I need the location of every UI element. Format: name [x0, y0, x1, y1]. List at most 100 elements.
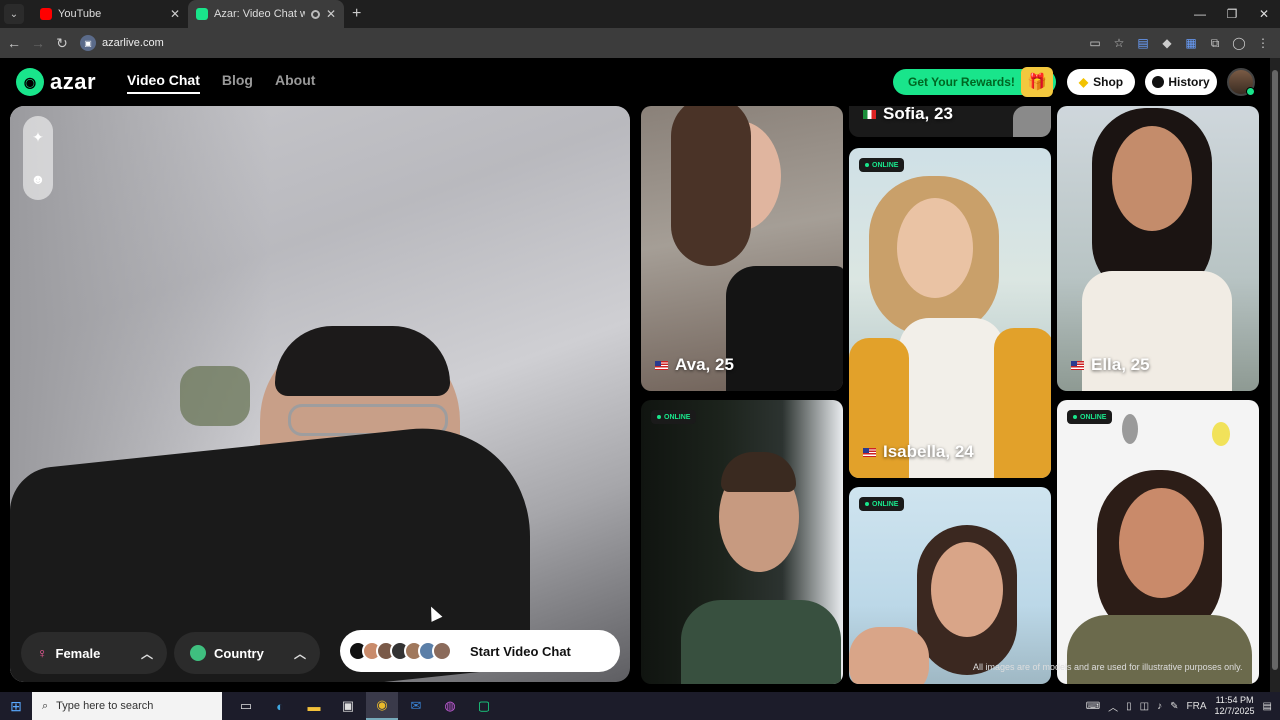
tab-title: YouTube	[58, 8, 102, 20]
profile-tile-ella[interactable]: Ella, 25	[1057, 106, 1259, 391]
extension-icon[interactable]: ▦	[1182, 34, 1200, 52]
app-icon[interactable]: ◍	[434, 692, 466, 720]
extensions-puzzle-icon[interactable]: ⧉	[1206, 34, 1224, 52]
chevron-up-icon: ︿	[140, 646, 153, 661]
avatar	[432, 641, 452, 661]
profile-face	[931, 542, 1003, 637]
close-window-icon[interactable]: ✕	[1248, 0, 1280, 28]
edge-icon[interactable]: ◐	[264, 692, 296, 720]
clock[interactable]: 11:54 PM 12/7/2025	[1215, 695, 1255, 717]
azar-icon	[196, 8, 208, 20]
outlook-icon[interactable]: ✉	[400, 692, 432, 720]
sticker-icon[interactable]: ☻	[31, 171, 46, 187]
restore-icon[interactable]: ❐	[1216, 0, 1248, 28]
site-info-icon[interactable]: ▣	[80, 35, 96, 51]
extension-icon[interactable]: ◆	[1158, 34, 1176, 52]
new-tab-icon[interactable]: +	[352, 5, 361, 23]
shop-button[interactable]: ◆ Shop	[1067, 69, 1135, 95]
country-filter-button[interactable]: Country ︿	[174, 632, 320, 674]
gender-label: Female	[55, 645, 101, 661]
windows-start-icon[interactable]: ⊞	[0, 692, 32, 720]
taskbar-search[interactable]: ⌕ Type here to search	[32, 692, 222, 720]
close-tab-icon[interactable]: ✕	[170, 7, 180, 21]
back-icon[interactable]: ←	[2, 35, 26, 51]
profile-tile-ava[interactable]: Ava, 25	[641, 106, 843, 391]
url-field[interactable]: ▣ azarlive.com	[80, 32, 1086, 54]
cast-icon[interactable]: ▭	[1086, 34, 1104, 52]
battery-icon[interactable]: ▯	[1126, 701, 1132, 712]
profile-name: Sofia, 23	[863, 106, 953, 124]
time: 11:54 PM	[1215, 695, 1254, 705]
self-video-preview: ✦ ☻	[10, 106, 630, 682]
date: 12/7/2025	[1214, 706, 1255, 716]
network-icon[interactable]: ◫	[1140, 701, 1149, 712]
profile-tile[interactable]: ONLINE	[641, 400, 843, 684]
start-video-chat-button[interactable]: Start Video Chat	[340, 630, 620, 672]
minimize-icon[interactable]: —	[1184, 0, 1216, 28]
user-hair	[275, 326, 450, 396]
menu-dots-icon[interactable]: ⋮	[1254, 34, 1272, 52]
avatar[interactable]	[1227, 68, 1255, 96]
store-icon[interactable]: ▣	[332, 692, 364, 720]
online-dot	[657, 415, 661, 419]
rewards-button[interactable]: Get Your Rewards! 🎁	[893, 67, 1056, 97]
scrollbar-thumb[interactable]	[1272, 70, 1278, 670]
volume-icon[interactable]: ♪	[1157, 701, 1162, 712]
online-badge: ONLINE	[859, 497, 905, 511]
language-indicator[interactable]: FRA	[1187, 701, 1207, 712]
profile-sweater	[1067, 615, 1252, 684]
sparkle-effects-icon[interactable]: ✦	[32, 129, 44, 146]
profile-name: Ella, 25	[1071, 355, 1150, 375]
online-status-dot	[1246, 87, 1255, 96]
profile-tile[interactable]: ONLINE	[1057, 400, 1259, 684]
keyboard-icon[interactable]: ⌨	[1086, 701, 1100, 712]
background-object	[180, 366, 250, 426]
gender-filter-button[interactable]: ♀ Female ︿	[21, 632, 167, 674]
azar-logo[interactable]: ◉ azar	[16, 68, 96, 96]
profile-tile[interactable]: ONLINE	[849, 487, 1051, 684]
profile-face	[897, 198, 973, 298]
history-label: History	[1168, 75, 1210, 89]
shop-label: Shop	[1093, 75, 1124, 89]
effects-panel: ✦ ☻	[23, 116, 53, 200]
page-scrollbar[interactable]	[1270, 58, 1280, 692]
tab-youtube[interactable]: YouTube ✕	[32, 0, 188, 28]
nav-about[interactable]: About	[275, 72, 315, 94]
notifications-icon[interactable]: ▤	[1263, 701, 1272, 712]
file-explorer-icon[interactable]: ▬	[298, 692, 330, 720]
task-view-icon[interactable]: ▭	[230, 692, 262, 720]
address-bar: ← → ↻ ▣ azarlive.com ▭ ☆ ▤ ◆ ▦ ⧉ ◯ ⋮	[0, 28, 1280, 58]
disclaimer-text: All images are of models and are used fo…	[973, 662, 1243, 672]
profile-tile-sofia[interactable]: Sofia, 23	[849, 106, 1051, 137]
profile-name: Ava, 25	[655, 355, 734, 375]
main-nav: Video Chat Blog About	[127, 72, 315, 94]
recording-icon	[310, 9, 320, 19]
chevron-up-icon[interactable]: ︿	[1108, 699, 1118, 714]
search-placeholder: Type here to search	[56, 700, 154, 712]
nav-blog[interactable]: Blog	[222, 72, 253, 94]
window-controls: — ❐ ✕	[1184, 0, 1280, 28]
youtube-icon	[40, 8, 52, 20]
reload-icon[interactable]: ↻	[50, 35, 74, 52]
profile-hair	[721, 452, 796, 492]
url-text: azarlive.com	[102, 37, 164, 49]
profile-image-fragment	[1013, 106, 1051, 137]
tab-azar[interactable]: Azar: Video Chat with New ✕	[188, 0, 344, 28]
gift-icon: 🎁	[1021, 67, 1053, 97]
online-badge: ONLINE	[651, 410, 697, 424]
online-badge: ONLINE	[1067, 410, 1113, 424]
close-tab-icon[interactable]: ✕	[326, 7, 336, 21]
nav-video-chat[interactable]: Video Chat	[127, 72, 200, 94]
history-button[interactable]: History	[1145, 69, 1217, 95]
profile-icon[interactable]: ◯	[1230, 34, 1248, 52]
app-icon[interactable]: ▢	[468, 692, 500, 720]
pen-icon[interactable]: ✎	[1170, 701, 1178, 712]
forward-icon[interactable]: →	[26, 35, 50, 51]
bookmark-star-icon[interactable]: ☆	[1110, 34, 1128, 52]
tab-search-icon[interactable]: ⌄	[4, 4, 24, 24]
chrome-icon[interactable]: ◉	[366, 692, 398, 720]
profile-hair	[671, 106, 751, 266]
translate-icon[interactable]: ▤	[1134, 34, 1152, 52]
italy-flag-icon	[863, 109, 876, 119]
profile-tile-isabella[interactable]: ONLINE Isabella, 24	[849, 148, 1051, 478]
